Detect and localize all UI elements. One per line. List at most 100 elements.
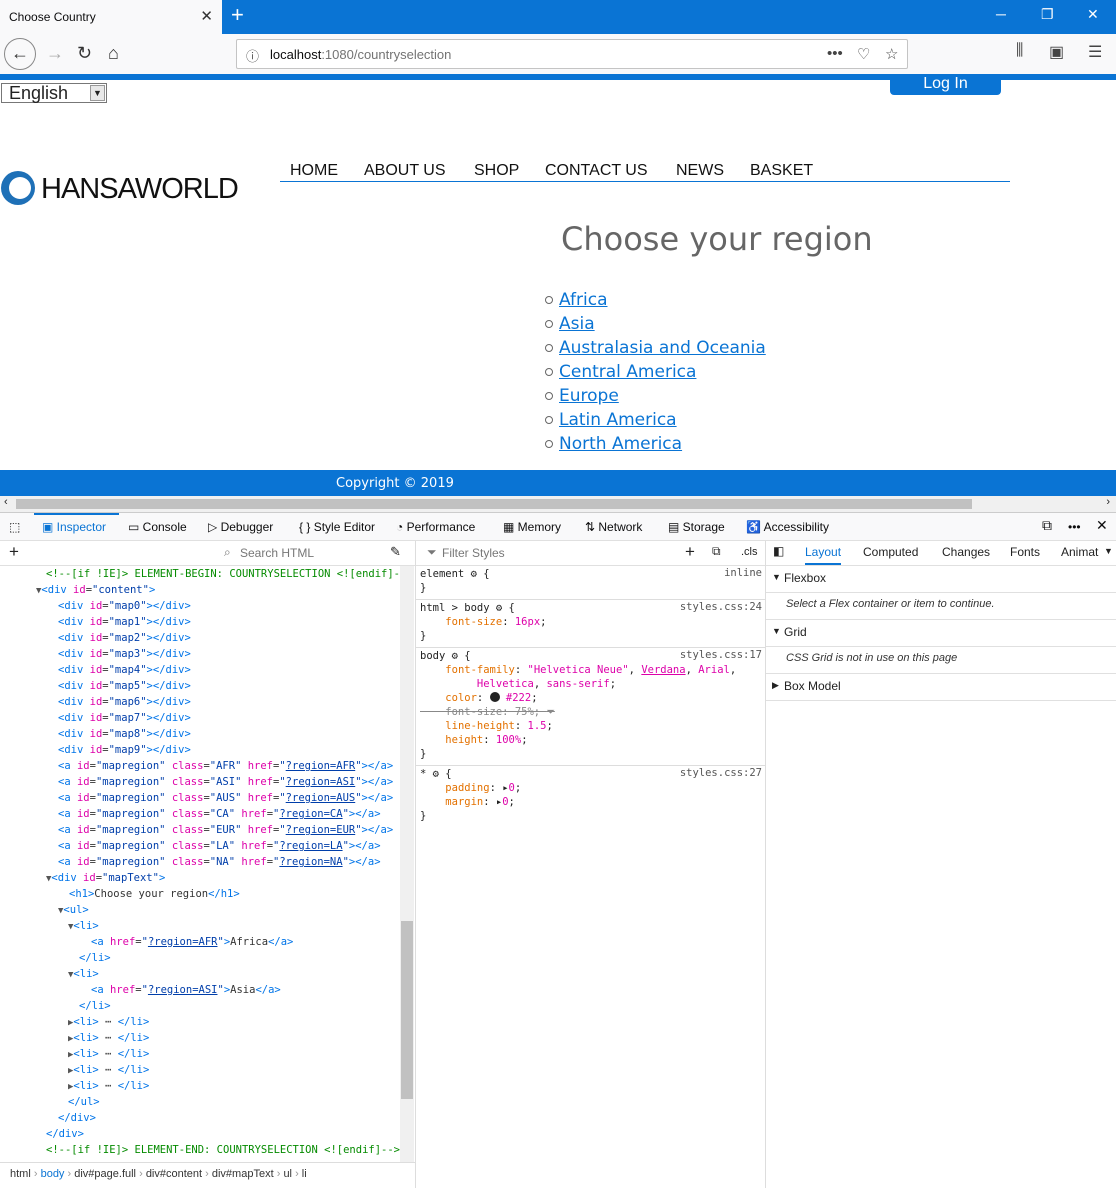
scroll-thumb[interactable] bbox=[16, 499, 972, 509]
element-picker-icon[interactable]: ⬚ bbox=[9, 520, 20, 534]
more-options-icon[interactable]: ••• bbox=[1068, 520, 1081, 534]
markup-line[interactable]: <div id="map3"></div> bbox=[0, 646, 400, 662]
markup-line[interactable]: <a id="mapregion" class="CA" href="?regi… bbox=[0, 806, 400, 822]
markup-line[interactable]: ▶<li> ⋯ </li> bbox=[0, 1062, 400, 1078]
address-bar[interactable]: ⓘ localhost:1080/countryselection ••• ♡ … bbox=[236, 39, 908, 69]
markup-line[interactable]: ▼<div id="mapText"> bbox=[0, 870, 400, 886]
region-link-central-america[interactable]: Central America bbox=[559, 362, 696, 382]
markup-line[interactable]: <a id="mapregion" class="ASI" href="?reg… bbox=[0, 774, 400, 790]
markup-line[interactable]: ▼<div id="content"> bbox=[0, 582, 400, 598]
toggle-pseudo-icon[interactable]: ⧉ bbox=[712, 544, 721, 559]
back-button[interactable]: ← bbox=[4, 38, 36, 70]
info-icon[interactable]: ⓘ bbox=[246, 46, 259, 65]
box-model-section[interactable]: ▶ Box Model bbox=[766, 674, 1116, 701]
nav-basket[interactable]: BASKET bbox=[750, 162, 813, 180]
hansaworld-logo[interactable]: HANSAWORLD bbox=[1, 171, 251, 207]
new-tab-icon[interactable]: + bbox=[231, 2, 244, 28]
toggle-sidebar-icon[interactable]: ◧ bbox=[773, 544, 784, 558]
filter-styles-input[interactable]: ⏷ Filter Styles bbox=[420, 543, 675, 563]
markup-line[interactable]: <div id="map6"></div> bbox=[0, 694, 400, 710]
markup-scrollbar[interactable] bbox=[400, 566, 414, 1162]
markup-line[interactable]: <a id="mapregion" class="AUS" href="?reg… bbox=[0, 790, 400, 806]
breadcrumb-maptext[interactable]: div#mapText bbox=[212, 1168, 274, 1180]
bookmark-star-icon[interactable]: ☆ bbox=[885, 45, 898, 63]
sidebar-icon[interactable]: ▣ bbox=[1049, 42, 1064, 62]
markup-line[interactable]: </li> bbox=[0, 998, 400, 1014]
markup-line[interactable]: ▶<li> ⋯ </li> bbox=[0, 1030, 400, 1046]
login-button[interactable]: Log In bbox=[890, 74, 1001, 95]
minimize-icon[interactable]: ─ bbox=[996, 6, 1006, 22]
rule-universal[interactable]: * ⚙ { padding: ▸0; margin: ▸0; } styles.… bbox=[416, 766, 765, 827]
url-text[interactable]: localhost:1080/countryselection bbox=[270, 47, 451, 62]
markup-view[interactable]: <!--[if !IE]> ELEMENT-BEGIN: COUNTRYSELE… bbox=[0, 566, 400, 1162]
markup-line[interactable]: <a id="mapregion" class="AFR" href="?reg… bbox=[0, 758, 400, 774]
scroll-thumb[interactable] bbox=[401, 921, 413, 1099]
tab-performance[interactable]: ◔ Performance bbox=[396, 520, 475, 534]
language-select[interactable]: English ▼ bbox=[1, 83, 107, 103]
markup-line[interactable]: <a href="?region=ASI">Asia</a> bbox=[0, 982, 400, 998]
markup-line[interactable]: <div id="map0"></div> bbox=[0, 598, 400, 614]
add-rule-icon[interactable]: + bbox=[685, 542, 695, 562]
markup-line[interactable]: <div id="map7"></div> bbox=[0, 710, 400, 726]
region-link-latin-america[interactable]: Latin America bbox=[559, 410, 677, 430]
dock-icon[interactable]: ⧉ bbox=[1042, 517, 1052, 534]
tab-changes[interactable]: Changes bbox=[942, 545, 990, 559]
markup-line[interactable]: ▶<li> ⋯ </li> bbox=[0, 1046, 400, 1062]
nav-about-us[interactable]: ABOUT US bbox=[364, 162, 446, 180]
markup-line[interactable]: ▼<li> bbox=[0, 918, 400, 934]
scroll-left-icon[interactable]: ‹ bbox=[4, 496, 8, 508]
close-tab-icon[interactable]: ✕ bbox=[200, 7, 213, 25]
library-icon[interactable]: ⫼ bbox=[1016, 42, 1023, 60]
breadcrumb-page[interactable]: div#page.full bbox=[74, 1168, 136, 1180]
markup-line[interactable]: <a href="?region=AFR">Africa</a> bbox=[0, 934, 400, 950]
tab-style-editor[interactable]: { } Style Editor bbox=[299, 520, 375, 534]
markup-line[interactable]: <div id="map2"></div> bbox=[0, 630, 400, 646]
nav-contact-us[interactable]: CONTACT US bbox=[545, 162, 648, 180]
grid-section[interactable]: ▼ Grid bbox=[766, 620, 1116, 647]
region-link-australasia[interactable]: Australasia and Oceania bbox=[559, 338, 766, 358]
region-link-asia[interactable]: Asia bbox=[559, 314, 595, 334]
markup-line[interactable]: <a id="mapregion" class="NA" href="?regi… bbox=[0, 854, 400, 870]
eyedropper-icon[interactable]: ✎ bbox=[390, 544, 401, 560]
region-link-africa[interactable]: Africa bbox=[559, 290, 608, 310]
nav-shop[interactable]: SHOP bbox=[474, 162, 519, 180]
rule-body[interactable]: body ⚙ { font-family: "Helvetica Neue", … bbox=[416, 648, 765, 766]
tab-storage[interactable]: ▤ Storage bbox=[668, 520, 725, 534]
tab-computed[interactable]: Computed bbox=[863, 545, 918, 559]
tab-memory[interactable]: ▦ Memory bbox=[503, 520, 561, 534]
markup-line[interactable]: </div> bbox=[0, 1126, 400, 1142]
tab-network[interactable]: ⇅ Network bbox=[585, 520, 642, 534]
scroll-right-icon[interactable]: › bbox=[1106, 496, 1110, 508]
pocket-icon[interactable]: ♡ bbox=[857, 45, 870, 63]
search-html-input[interactable]: ⌕ Search HTML bbox=[218, 543, 382, 563]
restore-icon[interactable]: ❐ bbox=[1041, 6, 1054, 23]
markup-line[interactable]: ▶<li> ⋯ </li> bbox=[0, 1014, 400, 1030]
tab-console[interactable]: ▭ Console bbox=[128, 520, 187, 534]
markup-line[interactable]: <a id="mapregion" class="LA" href="?regi… bbox=[0, 838, 400, 854]
breadcrumb-body[interactable]: body bbox=[41, 1168, 65, 1180]
markup-line[interactable]: </div> bbox=[0, 1110, 400, 1126]
home-icon[interactable]: ⌂ bbox=[108, 43, 119, 64]
markup-line[interactable]: ▶<li> ⋯ </li> bbox=[0, 1078, 400, 1094]
markup-line[interactable]: <div id="map5"></div> bbox=[0, 678, 400, 694]
markup-line[interactable]: <!--[if !IE]> ELEMENT-BEGIN: COUNTRYSELE… bbox=[0, 566, 400, 582]
tab-animations[interactable]: Animat bbox=[1061, 545, 1098, 559]
tab-accessibility[interactable]: ♿ Accessibility bbox=[746, 520, 829, 534]
breadcrumb-content[interactable]: div#content bbox=[146, 1168, 202, 1180]
markup-line[interactable]: <div id="map1"></div> bbox=[0, 614, 400, 630]
forward-icon[interactable]: → bbox=[46, 43, 64, 64]
region-link-north-america[interactable]: North America bbox=[559, 434, 682, 454]
markup-line[interactable]: <h1>Choose your region</h1> bbox=[0, 886, 400, 902]
markup-line[interactable]: <div id="map4"></div> bbox=[0, 662, 400, 678]
tab-debugger[interactable]: ▷ Debugger bbox=[208, 520, 273, 534]
page-actions-icon[interactable]: ••• bbox=[827, 45, 843, 62]
markup-line[interactable]: </ul> bbox=[0, 1094, 400, 1110]
markup-line[interactable]: ▼<ul> bbox=[0, 902, 400, 918]
nav-news[interactable]: NEWS bbox=[676, 162, 724, 180]
flexbox-section[interactable]: ▼ Flexbox bbox=[766, 566, 1116, 593]
region-link-europe[interactable]: Europe bbox=[559, 386, 619, 406]
rule-element[interactable]: element ⚙ {} inline bbox=[416, 566, 765, 600]
add-node-icon[interactable]: + bbox=[9, 542, 19, 562]
markup-line[interactable]: ▼<li> bbox=[0, 966, 400, 982]
tab-choose-country[interactable]: Choose Country ✕ bbox=[0, 0, 222, 34]
